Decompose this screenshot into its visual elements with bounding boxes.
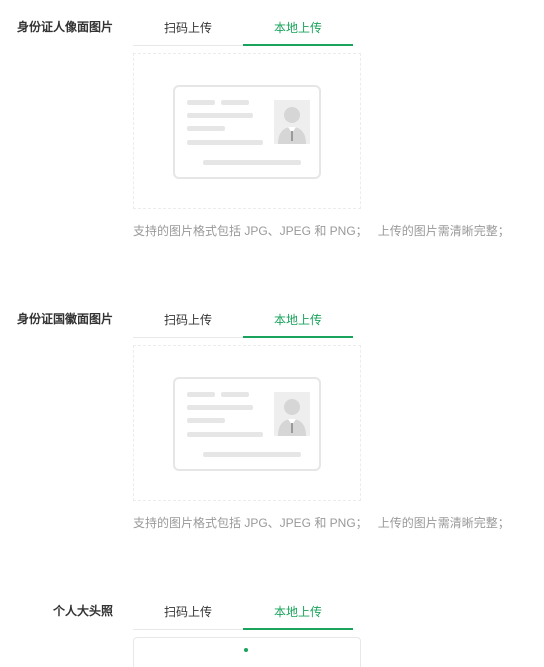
upload-hint-quality: 上传的图片需清晰完整； [377, 516, 510, 530]
upload-hint: 支持的图片格式包括 JPG、JPEG 和 PNG； 上传的图片需清晰完整； [133, 514, 510, 532]
upload-hint: 支持的图片格式包括 JPG、JPEG 和 PNG； 上传的图片需清晰完整； [133, 222, 510, 240]
tab-local-upload[interactable]: 本地上传 [243, 301, 353, 338]
tab-scan-upload[interactable]: 扫码上传 [133, 9, 243, 45]
tab-scan-upload[interactable]: 扫码上传 [133, 593, 243, 629]
id-back-upload-tabs: 扫码上传 本地上传 [133, 301, 353, 338]
portrait-icon [274, 100, 310, 144]
upload-hint-quality: 上传的图片需清晰完整； [377, 224, 510, 238]
portrait-icon [274, 392, 310, 436]
id-front-upload-tabs: 扫码上传 本地上传 [133, 9, 353, 46]
headshot-upload-area[interactable] [133, 637, 361, 667]
loading-icon [244, 648, 248, 652]
tab-local-upload[interactable]: 本地上传 [243, 593, 353, 630]
upload-hint-formats: 支持的图片格式包括 JPG、JPEG 和 PNG； [133, 224, 368, 238]
headshot-label: 个人大头照 [52, 604, 113, 618]
upload-hint-formats: 支持的图片格式包括 JPG、JPEG 和 PNG； [133, 516, 368, 530]
id-card-front-illustration-icon [173, 85, 321, 179]
tab-local-upload[interactable]: 本地上传 [243, 9, 353, 46]
headshot-upload-tabs: 扫码上传 本地上传 [133, 593, 353, 630]
id-back-upload-area[interactable] [133, 345, 361, 501]
id-front-label: 身份证人像面图片 [16, 20, 113, 34]
id-back-label: 身份证国徽面图片 [16, 312, 113, 326]
id-card-back-illustration-icon [173, 377, 321, 471]
tab-scan-upload[interactable]: 扫码上传 [133, 301, 243, 337]
id-front-upload-area[interactable] [133, 53, 361, 209]
